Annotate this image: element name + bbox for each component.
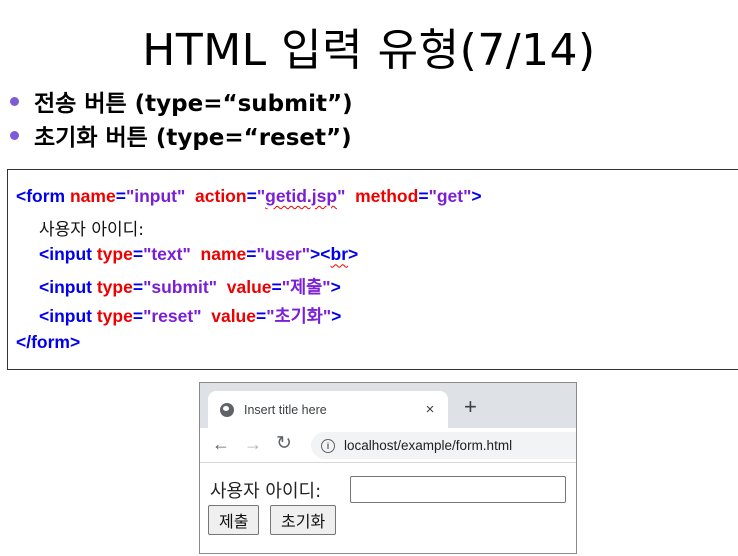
code-token: >	[310, 244, 321, 265]
code-token: name	[200, 244, 247, 265]
forward-arrow-icon[interactable]: →	[244, 434, 262, 454]
page-content: 사용자 아이디: 제출 초기화	[200, 463, 576, 553]
code-token: "input"	[125, 186, 186, 206]
code-token: =	[418, 186, 429, 206]
bullet-list: 전송 버튼 (type=“submit”) 초기화 버튼 (type=“rese…	[8, 84, 353, 152]
bullet-text: 전송 버튼 (type=“submit”)	[34, 91, 353, 117]
user-id-input[interactable]	[350, 476, 566, 503]
code-token: <form	[16, 186, 70, 206]
code-token: method	[355, 186, 419, 206]
code-token: "	[322, 276, 331, 297]
submit-button[interactable]: 제출	[208, 505, 260, 535]
code-token: =	[132, 305, 144, 326]
code-token: =	[246, 186, 257, 206]
code-token: "	[256, 186, 266, 206]
code-token: "	[322, 305, 332, 326]
code-line-form-open: <form name="input" action="getid.jsp" me…	[16, 186, 738, 215]
bullet-dot-icon	[10, 96, 19, 106]
new-tab-button[interactable]: +	[464, 396, 477, 418]
code-token: 제출	[290, 276, 323, 297]
code-line-form-close: </form>	[16, 332, 738, 361]
browser-window: Insert title here × + ← → ↻ i localhost/…	[199, 382, 577, 554]
code-token: type	[96, 276, 133, 297]
code-token: </form>	[16, 331, 81, 352]
tab-strip: Insert title here × +	[200, 383, 576, 428]
code-token: >	[331, 305, 342, 326]
code-line-input-text: <input type="text" name="user"><br>	[16, 244, 738, 273]
code-token: =	[271, 276, 282, 297]
code-token: <input	[39, 305, 97, 326]
code-token: =	[255, 305, 267, 326]
code-token: "text"	[143, 244, 191, 265]
code-token: type	[96, 244, 133, 265]
code-token: action	[195, 186, 247, 206]
code-token: =	[115, 186, 126, 206]
code-token: "reset"	[143, 305, 202, 326]
bullet-item: 전송 버튼 (type=“submit”)	[8, 84, 353, 118]
address-bar[interactable]: i localhost/example/form.html	[311, 432, 576, 459]
tab-title: Insert title here	[244, 402, 327, 417]
code-token: 사용자 아이디:	[39, 220, 144, 241]
code-token: 초기화	[274, 305, 323, 326]
code-token: <input	[39, 276, 97, 297]
code-token: br	[330, 244, 349, 265]
bullet-text: 초기화 버튼 (type=“reset”)	[34, 125, 352, 151]
code-line-input-reset: <input type="reset" value="초기화">	[16, 303, 738, 332]
code-token: "user"	[256, 244, 311, 265]
code-token: =	[132, 276, 144, 297]
code-token: =	[246, 244, 257, 265]
bullet-item: 초기화 버튼 (type=“reset”)	[8, 118, 353, 152]
code-token: value	[226, 276, 272, 297]
code-line-input-submit: <input type="submit" value="제출">	[16, 274, 738, 303]
code-token: >	[330, 276, 341, 297]
close-icon[interactable]: ×	[420, 401, 440, 418]
code-token: name	[69, 186, 116, 206]
info-icon[interactable]: i	[321, 438, 335, 453]
browser-toolbar: ← → ↻ i localhost/example/form.html	[200, 428, 576, 462]
code-token: >	[471, 186, 482, 206]
code-token: "	[266, 305, 275, 326]
code-block: <form name="input" action="getid.jsp" me…	[7, 169, 738, 370]
slide-title: HTML 입력 유형(7/14)	[142, 25, 596, 76]
code-token: =	[132, 244, 144, 265]
code-token: "get"	[428, 186, 472, 206]
back-arrow-icon[interactable]: ←	[212, 434, 230, 454]
code-token: >	[348, 244, 359, 265]
code-token: <	[320, 244, 331, 265]
bullet-dot-icon	[10, 130, 19, 140]
code-token: type	[96, 305, 133, 326]
reload-icon[interactable]: ↻	[276, 434, 292, 454]
code-token: <input	[39, 244, 97, 265]
reset-button[interactable]: 초기화	[270, 505, 337, 535]
code-token: "	[281, 276, 291, 297]
code-line-label: 사용자 아이디:	[16, 215, 738, 244]
code-token: getid.jsp	[265, 186, 338, 206]
user-id-label: 사용자 아이디:	[210, 481, 322, 502]
code-token: "submit"	[143, 276, 218, 297]
url-text: localhost/example/form.html	[344, 438, 513, 453]
browser-tab[interactable]: Insert title here ×	[208, 391, 448, 428]
code-token: value	[211, 305, 256, 326]
globe-icon	[220, 402, 234, 417]
